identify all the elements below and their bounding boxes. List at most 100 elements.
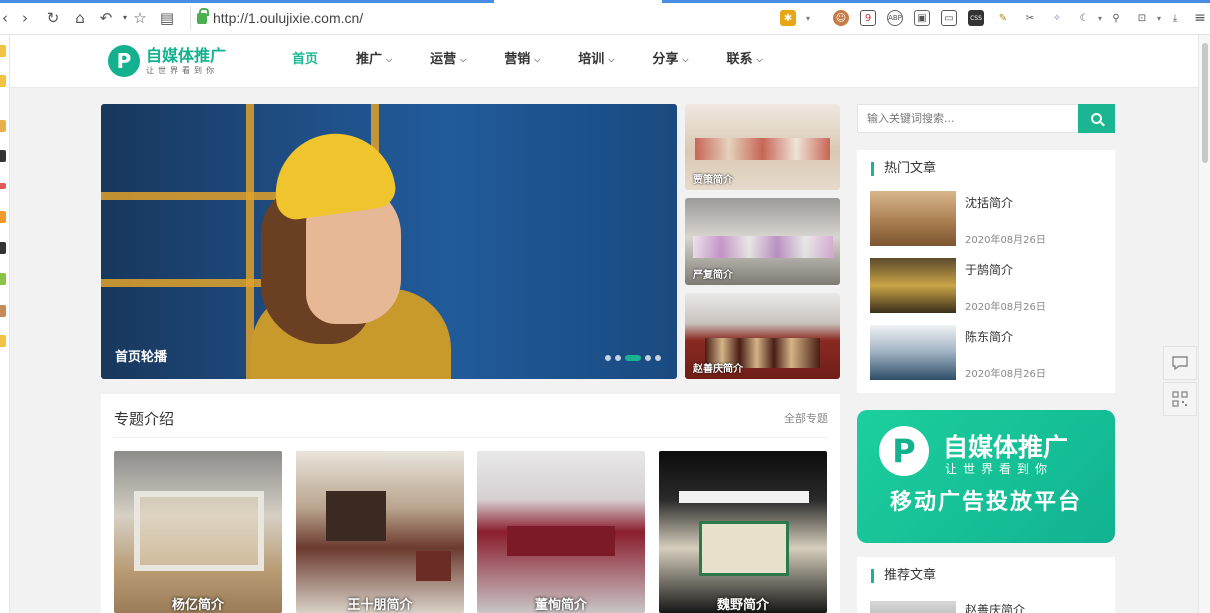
bookmark-star-icon[interactable]: ☆ (131, 9, 149, 27)
reader-mode-icon[interactable]: ▤ (158, 9, 176, 27)
side-panel-icon-1[interactable] (0, 45, 6, 57)
side-panel-icon-7[interactable] (0, 242, 6, 254)
chevron-down-icon: ⌵ (682, 55, 689, 64)
magic-wand-icon[interactable]: ✧ (1049, 10, 1065, 26)
qrcode-button[interactable] (1163, 382, 1197, 416)
reload-icon[interactable]: ↻ (44, 9, 62, 27)
topic-image-detail (416, 551, 451, 581)
search-button[interactable] (1078, 104, 1115, 133)
search-form (857, 104, 1115, 133)
forward-arrow-icon[interactable]: › (16, 9, 34, 27)
article-title[interactable]: 沈括简介 (965, 194, 1013, 211)
side-thumb[interactable]: 贾策简介 (685, 104, 840, 190)
url-text[interactable]: http://1.oulujixie.com.cn/ (213, 10, 363, 26)
side-panel-icon-5[interactable] (0, 183, 6, 189)
extension-dropdown-icon[interactable]: ▾ (800, 10, 816, 26)
topic-card[interactable]: 杨亿简介 (114, 451, 282, 613)
chevron-down-icon: ⌵ (756, 55, 763, 64)
topic-card[interactable]: 董恂简介 (477, 451, 645, 613)
nav-item-operations[interactable]: 运营 ⌵ (418, 35, 478, 88)
topic-caption: 董恂简介 (534, 598, 587, 613)
topic-image-detail (507, 526, 615, 556)
nav-item-share[interactable]: 分享 ⌵ (640, 35, 700, 88)
briefcase-extension-icon[interactable]: ▣ (914, 10, 930, 26)
nav-item-contact[interactable]: 联系 ⌵ (714, 35, 774, 88)
home-icon[interactable]: ⌂ (71, 9, 89, 27)
slider-dot[interactable] (655, 355, 661, 361)
article-date: 2020年08月26日 (965, 235, 1046, 246)
side-panel-icon-3[interactable] (0, 120, 6, 132)
logo-title: 自媒体推广 (146, 45, 227, 65)
slider-pagination (601, 355, 661, 361)
feedback-button[interactable] (1163, 346, 1197, 380)
divider (114, 437, 827, 438)
slider-dot[interactable] (605, 355, 611, 361)
night-mode-icon[interactable]: ☾ (1076, 10, 1092, 26)
slide-caption[interactable]: 首页轮播 (115, 346, 167, 365)
topic-caption: 王十朋简介 (347, 598, 413, 613)
all-topics-link[interactable]: 全部专题 (784, 410, 828, 426)
slider-dot[interactable] (615, 355, 621, 361)
hero-slider[interactable]: 首页轮播 (101, 104, 677, 379)
avatar-extension-icon[interactable]: ☺ (833, 10, 849, 26)
nav-item-marketing[interactable]: 营销 ⌵ (492, 35, 552, 88)
topic-caption: 魏野简介 (716, 598, 769, 613)
side-panel-icon-8[interactable] (0, 273, 6, 285)
chevron-down-icon: ⌵ (386, 55, 393, 64)
list-item[interactable]: 沈括简介 2020年08月26日 (870, 191, 1102, 246)
article-thumbnail[interactable] (870, 258, 956, 313)
banner-subtitle: 移动广告投放平台 (889, 490, 1082, 515)
chevron-down-icon: ⌵ (460, 55, 467, 64)
banner-title: 自媒体推广 (943, 433, 1069, 462)
side-panel-icon-4[interactable] (0, 150, 6, 162)
scrollbar-thumb[interactable] (1202, 43, 1208, 163)
extension-gold-icon[interactable]: ✱ (780, 10, 796, 26)
slider-dot[interactable] (645, 355, 651, 361)
address-bar[interactable]: http://1.oulujixie.com.cn/ (190, 6, 770, 30)
topic-card[interactable]: 魏野简介 (659, 451, 827, 613)
topic-caption: 杨亿简介 (171, 598, 224, 613)
article-title[interactable]: 陈东简介 (965, 328, 1013, 345)
brush-extension-icon[interactable]: ✎ (995, 10, 1011, 26)
list-item[interactable]: 于鹄简介 2020年08月26日 (870, 258, 1102, 313)
article-title[interactable]: 于鹄简介 (965, 261, 1013, 278)
banner-logo-mark: P (879, 426, 929, 476)
side-panel-icon-2[interactable] (0, 75, 6, 87)
article-title[interactable]: 赵善庆简介 (965, 601, 1025, 613)
side-panel-icon-6[interactable] (0, 211, 6, 223)
article-thumbnail[interactable] (870, 325, 956, 380)
search-extension-icon[interactable]: ⚲ (1108, 10, 1124, 26)
topic-card[interactable]: 王十朋简介 (296, 451, 464, 613)
tools-extension-icon[interactable]: ✂ (1022, 10, 1038, 26)
slider-dot-active[interactable] (625, 355, 641, 361)
css-extension-icon[interactable]: CSS (968, 10, 984, 26)
screenshot-icon[interactable]: ⊡ (1134, 10, 1150, 26)
back-arrow-icon[interactable]: ‹ (0, 9, 14, 27)
abp-extension-icon[interactable]: ABP (887, 10, 903, 26)
nav-item-home[interactable]: 首页 (280, 35, 330, 88)
article-thumbnail[interactable] (870, 601, 956, 613)
menu-hamburger-icon[interactable]: ≡ (1192, 10, 1208, 26)
site-logo[interactable]: P 自媒体推广 让世界看到你 (108, 43, 226, 79)
nav-item-training[interactable]: 培训 ⌵ (566, 35, 626, 88)
article-date: 2020年08月26日 (965, 302, 1046, 313)
list-item[interactable]: 陈东简介 2020年08月26日 (870, 325, 1102, 380)
side-thumb[interactable]: 赵善庆简介 (685, 293, 840, 379)
nav-item-promotion[interactable]: 推广 ⌵ (344, 35, 404, 88)
loading-progress-bar (0, 0, 494, 3)
night-mode-dropdown-icon[interactable]: ▾ (1092, 10, 1108, 26)
search-input[interactable] (858, 105, 1079, 132)
topics-section: 专题介绍 全部专题 杨亿简介 王十朋简介 董恂简介 魏野简介 (101, 394, 840, 613)
side-panel-icon-9[interactable] (0, 305, 6, 317)
window-extension-icon[interactable]: ▭ (941, 10, 957, 26)
undo-close-tab-icon[interactable]: ↶ (97, 9, 115, 27)
side-thumb[interactable]: 严复简介 (685, 198, 840, 285)
screenshot-dropdown-icon[interactable]: ▾ (1151, 10, 1167, 26)
side-panel-icon-10[interactable] (0, 335, 6, 347)
ad-banner[interactable]: P 自媒体推广 让世界看到你 移动广告投放平台 (857, 410, 1115, 543)
calendar-extension-icon[interactable]: 9 (860, 10, 876, 26)
download-icon[interactable]: ⤓ (1167, 10, 1183, 26)
article-thumbnail[interactable] (870, 191, 956, 246)
secure-lock-icon (197, 7, 209, 24)
page-scrollbar[interactable] (1198, 35, 1210, 613)
